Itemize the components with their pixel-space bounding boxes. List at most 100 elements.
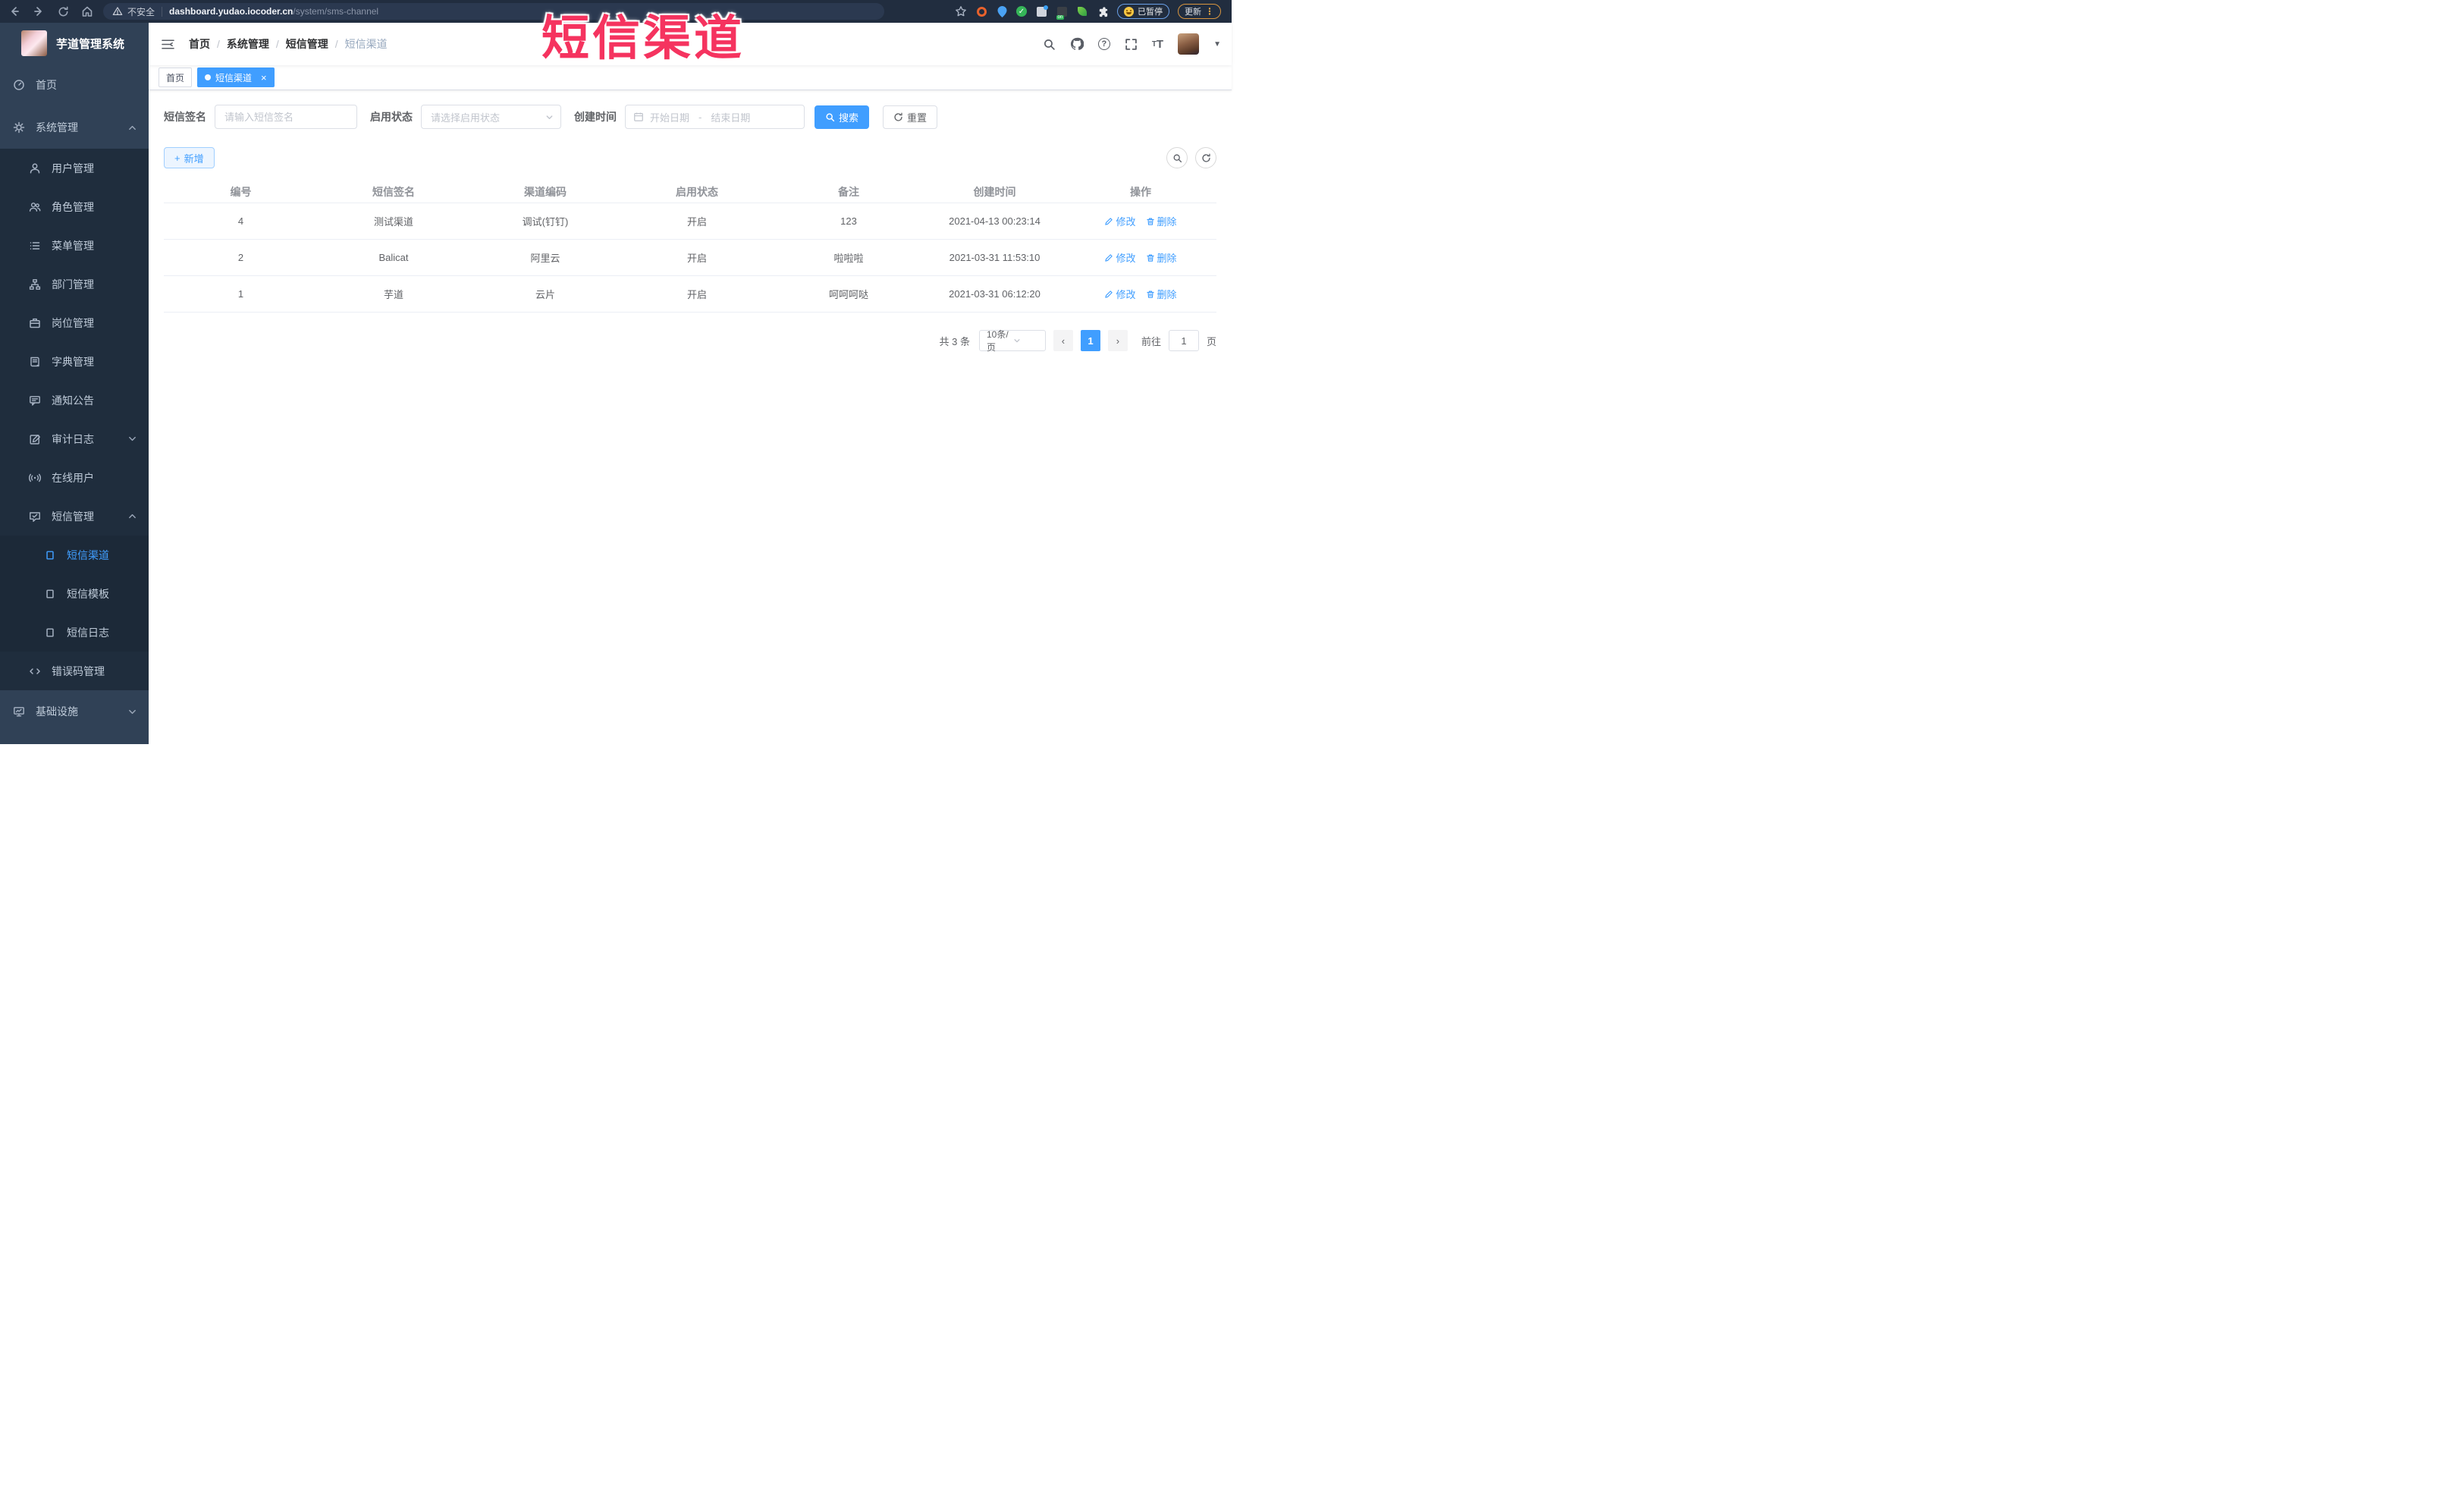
- extensions-puzzle-icon[interactable]: [1097, 5, 1109, 17]
- create-time-label: 创建时间: [574, 111, 617, 123]
- chevron-down-icon: [128, 708, 137, 716]
- document-icon: [44, 627, 56, 639]
- cell-created: 2021-04-13 00:23:14: [949, 215, 1041, 227]
- chrome-update-button[interactable]: 更新 ⋮: [1178, 4, 1221, 19]
- calendar-icon: [633, 112, 644, 122]
- date-range-picker[interactable]: 开始日期 - 结束日期: [625, 105, 805, 129]
- sidebar-item-post-management[interactable]: 岗位管理: [0, 303, 149, 342]
- avatar-caret-down-icon[interactable]: ▼: [1213, 40, 1221, 49]
- browser-forward-button[interactable]: [32, 5, 46, 18]
- delete-link[interactable]: 删除: [1146, 214, 1177, 228]
- cell-created: 2021-03-31 11:53:10: [949, 252, 1041, 263]
- dashboard-icon: [13, 79, 25, 91]
- extension-leaf-icon[interactable]: [1076, 5, 1088, 17]
- github-icon[interactable]: [1070, 37, 1084, 51]
- add-button[interactable]: + 新增: [164, 147, 215, 168]
- sidebar-item-system-management[interactable]: 系统管理: [0, 106, 149, 149]
- chevron-down-icon: [128, 435, 137, 443]
- bookmark-star-icon[interactable]: [955, 5, 967, 17]
- sign-input[interactable]: [215, 105, 357, 129]
- edit-link[interactable]: 修改: [1104, 214, 1136, 228]
- goto-label: 前往: [1141, 335, 1161, 347]
- page-1-button[interactable]: 1: [1080, 330, 1100, 351]
- sidebar-item-department-management[interactable]: 部门管理: [0, 265, 149, 303]
- browser-back-button[interactable]: [8, 5, 21, 18]
- cell-sign: 测试渠道: [373, 216, 413, 228]
- user-avatar[interactable]: [1178, 33, 1200, 55]
- extension-orange-icon[interactable]: [975, 5, 987, 17]
- breadcrumb-sms[interactable]: 短信管理: [286, 36, 328, 52]
- sidebar-item-sms-management[interactable]: 短信管理: [0, 497, 149, 536]
- users-icon: [29, 201, 41, 213]
- trash-icon: [1146, 291, 1154, 298]
- font-size-icon[interactable]: TT: [1152, 38, 1163, 51]
- sidebar-item-dictionary-management[interactable]: 字典管理: [0, 342, 149, 381]
- page-size-select[interactable]: 10条/页: [978, 329, 1046, 353]
- menu-list-icon: [29, 240, 41, 252]
- tab-home[interactable]: 首页: [159, 68, 193, 87]
- breadcrumb: 首页 / 系统管理 / 短信管理 / 短信渠道: [189, 36, 388, 52]
- sidebar-item-sms-template[interactable]: 短信模板: [0, 574, 149, 613]
- browser-menu-kebab-icon[interactable]: ⋮: [1205, 6, 1214, 17]
- column-header: 短信签名: [372, 186, 415, 198]
- sidebar-item-infrastructure[interactable]: 基础设施: [0, 690, 149, 733]
- extension-check-icon[interactable]: ✓: [1016, 6, 1027, 17]
- edit-link[interactable]: 修改: [1104, 287, 1136, 301]
- cell-id: 1: [237, 288, 244, 300]
- help-icon[interactable]: ?: [1097, 38, 1110, 50]
- prev-page-button[interactable]: ‹: [1053, 330, 1073, 351]
- sidebar-item-online-users[interactable]: 在线用户: [0, 458, 149, 497]
- breadcrumb-home[interactable]: 首页: [189, 36, 210, 52]
- cell-created: 2021-03-31 06:12:20: [949, 288, 1041, 300]
- edit-link[interactable]: 修改: [1104, 250, 1136, 265]
- breadcrumb-system[interactable]: 系统管理: [227, 36, 269, 52]
- column-header: 创建时间: [973, 186, 1016, 198]
- edit-pencil-icon: [1105, 253, 1113, 262]
- sidebar-item-announcement[interactable]: 通知公告: [0, 381, 149, 419]
- fullscreen-icon[interactable]: [1125, 38, 1138, 51]
- browser-home-button[interactable]: [80, 5, 94, 18]
- security-label: 不安全: [127, 6, 155, 17]
- sidebar-item-error-code-management[interactable]: 错误码管理: [0, 652, 149, 690]
- sidebar-item-sms-channel[interactable]: 短信渠道: [0, 536, 149, 574]
- app-logo-row[interactable]: 芋道管理系统: [0, 23, 149, 64]
- sidebar: 芋道管理系统 首页 系统管理 用户管理 角色管理 菜单管理 部门管理 岗位管理 …: [0, 23, 149, 744]
- extension-tabs-icon[interactable]: [1035, 5, 1048, 17]
- search-button[interactable]: 搜索: [815, 105, 870, 129]
- goto-page-input[interactable]: [1168, 330, 1199, 351]
- cell-remark: 123: [840, 215, 857, 227]
- delete-link[interactable]: 删除: [1146, 250, 1177, 265]
- cell-status: 开启: [686, 253, 707, 264]
- trash-icon: [1146, 254, 1154, 262]
- status-select[interactable]: 请选择启用状态: [421, 105, 561, 129]
- sidebar-item-user-management[interactable]: 用户管理: [0, 149, 149, 187]
- toggle-search-button[interactable]: [1166, 147, 1188, 168]
- plus-icon: +: [174, 152, 180, 164]
- search-icon[interactable]: [1043, 38, 1056, 51]
- extension-pin-icon[interactable]: [996, 5, 1008, 17]
- chevron-up-icon: [128, 124, 137, 132]
- column-header: 编号: [230, 186, 252, 198]
- profile-paused-badge[interactable]: 已暂停: [1117, 4, 1169, 19]
- sidebar-item-menu-management[interactable]: 菜单管理: [0, 226, 149, 265]
- extension-switch-icon[interactable]: [1056, 5, 1068, 20]
- tab-sms-channel[interactable]: 短信渠道 ×: [197, 68, 275, 87]
- delete-link[interactable]: 删除: [1146, 287, 1177, 301]
- paused-label: 已暂停: [1138, 8, 1163, 17]
- sidebar-item-sms-log[interactable]: 短信日志: [0, 613, 149, 652]
- sidebar-item-home[interactable]: 首页: [0, 64, 149, 106]
- sidebar-collapse-icon[interactable]: [161, 38, 175, 51]
- table-header-row: 编号 短信签名 渠道编码 启用状态 备注 创建时间 操作: [164, 181, 1216, 203]
- address-bar[interactable]: 不安全 dashboard.yudao.iocoder.cn/system/sm…: [103, 3, 884, 20]
- trash-icon: [1146, 218, 1154, 225]
- code-icon: [29, 665, 41, 677]
- sidebar-item-role-management[interactable]: 角色管理: [0, 187, 149, 226]
- next-page-button[interactable]: ›: [1107, 330, 1128, 351]
- breadcrumb-current: 短信渠道: [344, 38, 388, 50]
- tab-close-icon[interactable]: ×: [261, 73, 267, 83]
- dictionary-icon: [29, 356, 41, 368]
- refresh-table-button[interactable]: [1195, 147, 1216, 168]
- reset-button[interactable]: 重置: [883, 105, 938, 129]
- browser-reload-button[interactable]: [56, 5, 70, 18]
- sidebar-item-audit-log[interactable]: 审计日志: [0, 419, 149, 458]
